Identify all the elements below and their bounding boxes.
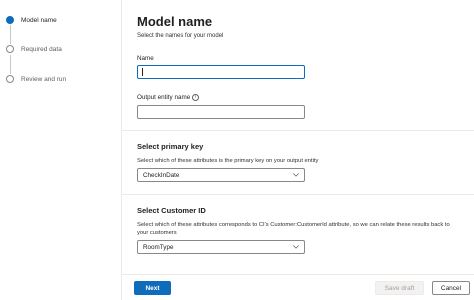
step-active-icon (6, 16, 14, 24)
primary-key-description: Select which of these attributes is the … (137, 158, 319, 164)
text-caret (142, 68, 143, 76)
customer-id-description: Select which of these attributes corresp… (137, 222, 450, 236)
save-draft-button[interactable]: Save draft (375, 281, 424, 295)
step-pending-icon (6, 45, 14, 53)
step-label: Model name (21, 16, 57, 24)
name-input[interactable] (137, 65, 305, 79)
footer-divider (122, 274, 474, 275)
step-model-name[interactable]: Model name (6, 16, 57, 24)
stepper-connector (10, 55, 11, 74)
primary-key-title: Select primary key (137, 142, 204, 151)
step-required-data[interactable]: Required data (6, 45, 62, 53)
name-label-text: Name (137, 55, 154, 62)
step-label: Required data (21, 45, 62, 53)
section-divider (122, 130, 474, 131)
step-label: Review and run (21, 75, 67, 83)
customer-id-dropdown[interactable]: RoomType (137, 240, 305, 254)
primary-key-dropdown[interactable]: CheckInDate (137, 168, 305, 182)
cancel-button[interactable]: Cancel (432, 281, 470, 295)
stepper-connector (10, 25, 11, 44)
main-panel: Model name Select the names for your mod… (122, 0, 474, 300)
step-pending-icon (6, 75, 14, 83)
next-button[interactable]: Next (134, 281, 171, 295)
output-entity-label: Output entity name i (137, 94, 200, 101)
section-divider (122, 194, 474, 195)
output-entity-input[interactable] (137, 105, 305, 119)
step-review-and-run[interactable]: Review and run (6, 75, 66, 83)
chevron-down-icon (293, 245, 299, 249)
chevron-down-icon (293, 173, 299, 177)
name-label: Name (137, 55, 154, 62)
page-title: Model name (137, 14, 213, 29)
info-icon[interactable]: i (192, 94, 200, 101)
customer-id-title: Select Customer ID (137, 206, 206, 215)
output-entity-label-text: Output entity name (137, 94, 191, 101)
customer-id-selected-value: RoomType (143, 243, 174, 251)
wizard-stepper: Model name Required data Review and run (0, 0, 122, 300)
page-subtitle: Select the names for your model (137, 33, 224, 39)
primary-key-selected-value: CheckInDate (143, 171, 180, 179)
